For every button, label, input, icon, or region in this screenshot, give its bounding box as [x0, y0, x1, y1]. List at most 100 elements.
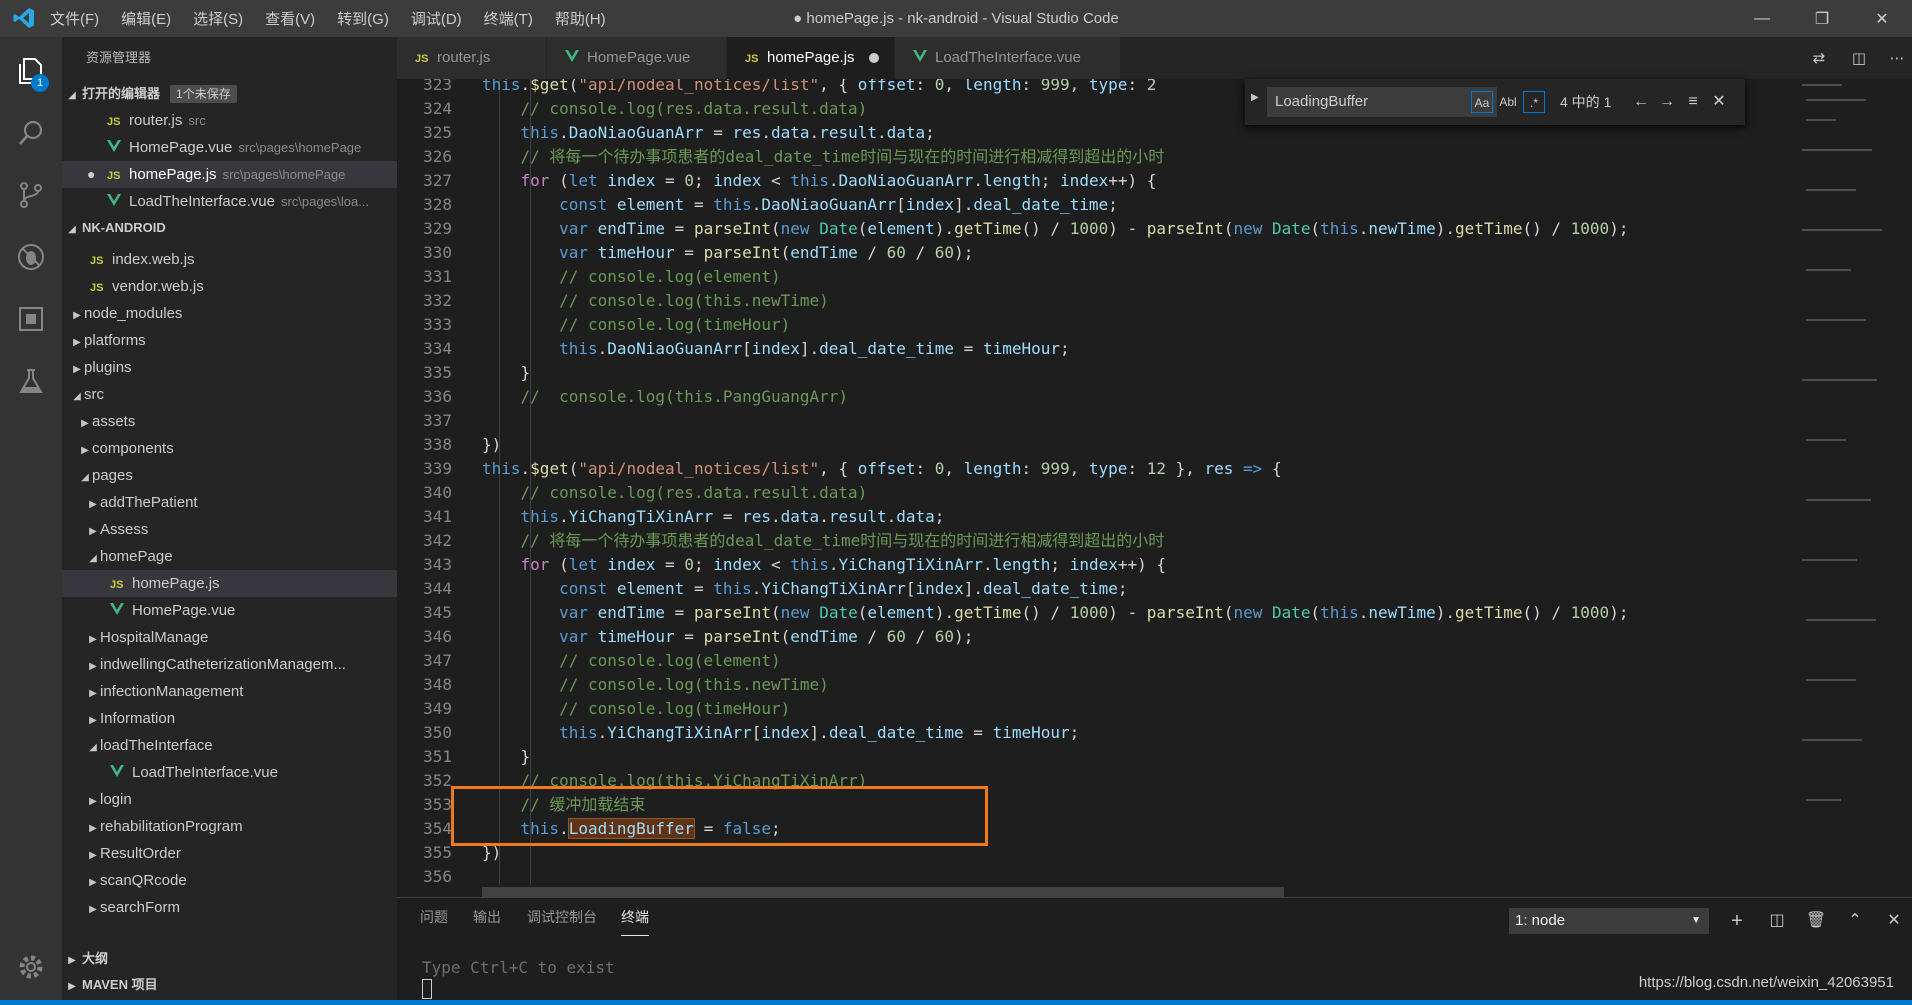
restore-icon[interactable]: ❐ — [1792, 0, 1852, 37]
tree-item-selected[interactable]: JS homePage.js — [62, 570, 397, 597]
menu-file[interactable]: 文件(F) — [50, 8, 99, 29]
tree-folder[interactable]: ▶ assets — [62, 408, 397, 435]
terminal-select[interactable]: 1: node ▼ — [1509, 908, 1709, 934]
maven-header[interactable]: ▶ MAVEN 项目 — [62, 972, 397, 998]
menu-edit[interactable]: 编辑(E) — [121, 8, 171, 29]
line-number: 328 — [423, 195, 452, 214]
unsaved-dot-icon[interactable] — [868, 53, 879, 64]
tree-folder[interactable]: ▶ login — [62, 786, 397, 813]
trash-icon[interactable]: 🗑 — [1801, 906, 1831, 936]
find-in-selection-icon[interactable]: ≡ — [1681, 90, 1705, 114]
code-line: // 将每一个待办事项患者的deal_date_time时间与现在的时间进行相减… — [520, 147, 1165, 166]
open-editor-item-active[interactable]: ● JS homePage.js src\pages\homePage — [62, 161, 397, 188]
split-terminal-icon[interactable]: ◫ — [1762, 906, 1792, 936]
horizontal-scrollbar[interactable] — [482, 887, 1284, 897]
next-match-icon[interactable]: → — [1655, 90, 1679, 114]
search-icon[interactable] — [0, 103, 62, 163]
menu-selection[interactable]: 选择(S) — [193, 8, 243, 29]
tree-folder[interactable]: ▶ rehabilitationProgram — [62, 813, 397, 840]
code-line: // console.log(timeHour) — [559, 315, 791, 334]
tab-homepage-js[interactable]: JS homePage.js — [727, 37, 895, 79]
more-actions-icon[interactable]: ⋯ — [1877, 37, 1912, 79]
chevron-right-icon: ▶ — [89, 688, 97, 699]
debug-icon[interactable] — [0, 227, 62, 287]
tab-problems[interactable]: 问题 — [420, 898, 448, 936]
toggle-replace-icon[interactable]: ▶ — [1251, 92, 1259, 103]
tree-folder[interactable]: ◢ src — [62, 381, 397, 408]
menu-terminal[interactable]: 终端(T) — [484, 8, 533, 29]
find-result-count: 4 中的 1 — [1560, 94, 1612, 110]
tree-folder[interactable]: ▶ node_modules — [62, 300, 397, 327]
chevron-right-icon: ▶ — [89, 634, 97, 645]
tab-terminal[interactable]: 终端 — [621, 898, 649, 936]
menu-go[interactable]: 转到(G) — [337, 8, 389, 29]
chevron-down-icon: ◢ — [73, 391, 81, 402]
open-editor-item[interactable]: JS router.js src — [62, 107, 397, 134]
tree-folder[interactable]: ▶ Information — [62, 705, 397, 732]
tree-folder[interactable]: ▶ infectionManagement — [62, 678, 397, 705]
tab-router-js[interactable]: JS router.js — [397, 37, 547, 79]
source-control-icon[interactable] — [0, 165, 62, 225]
split-editor-icon[interactable]: ◫ — [1839, 37, 1879, 79]
line-number: 346 — [423, 627, 452, 646]
tree-folder[interactable]: ▶ searchForm — [62, 894, 397, 921]
open-changes-icon[interactable]: ⇄ — [1799, 37, 1839, 79]
find-input[interactable]: LoadingBuffer — [1267, 87, 1497, 117]
extensions-icon[interactable] — [0, 289, 62, 349]
match-whole-word-icon[interactable]: Abl — [1497, 91, 1519, 113]
settings-gear-icon[interactable] — [0, 937, 62, 997]
bottom-panel: 问题 输出 调试控制台 终端 1: node ▼ + ◫ 🗑 ⌃ ✕ Type C… — [397, 897, 1912, 1002]
close-find-icon[interactable]: ✕ — [1707, 90, 1731, 114]
code-line: const element = this.YiChangTiXinArr[ind… — [559, 579, 1128, 598]
tree-folder[interactable]: ▶ Assess — [62, 516, 397, 543]
highlight-box — [451, 786, 988, 846]
line-number: 335 — [423, 363, 452, 382]
explorer-icon[interactable]: 1 — [0, 41, 62, 101]
tree-folder[interactable]: ▶ indwellingCatheterizationManagem... — [62, 651, 397, 678]
menu-debug[interactable]: 调试(D) — [411, 8, 462, 29]
add-terminal-icon[interactable]: + — [1722, 906, 1752, 936]
project-header[interactable]: ◢ NK-ANDROID — [62, 215, 397, 241]
menu-view[interactable]: 查看(V) — [265, 8, 315, 29]
tree-item[interactable]: LoadTheInterface.vue — [62, 759, 397, 786]
outline-header[interactable]: ▶ 大纲 — [62, 946, 397, 972]
menu-help[interactable]: 帮助(H) — [555, 8, 606, 29]
close-panel-icon[interactable]: ✕ — [1879, 906, 1909, 936]
open-editor-item[interactable]: LoadTheInterface.vue src\pages\loa... — [62, 188, 397, 215]
previous-match-icon[interactable]: ← — [1629, 90, 1653, 114]
tree-item[interactable]: JS vendor.web.js — [62, 273, 397, 300]
test-flask-icon[interactable] — [0, 351, 62, 411]
tree-folder[interactable]: ▶ platforms — [62, 327, 397, 354]
line-number: 327 — [423, 171, 452, 190]
tree-folder[interactable]: ◢ loadTheInterface — [62, 732, 397, 759]
tree-folder[interactable]: ▶ HospitalManage — [62, 624, 397, 651]
regex-icon[interactable]: .* — [1523, 91, 1545, 113]
tab-debug-console[interactable]: 调试控制台 — [527, 898, 597, 936]
tree-folder[interactable]: ▶ plugins — [62, 354, 397, 381]
chevron-right-icon: ▶ — [89, 904, 97, 915]
match-case-icon[interactable]: Aa — [1471, 91, 1493, 113]
tree-folder[interactable]: ▶ components — [62, 435, 397, 462]
minimize-icon[interactable]: — — [1732, 0, 1792, 37]
line-number: 341 — [423, 507, 452, 526]
tab-loadtheinterface-vue[interactable]: LoadTheInterface.vue — [895, 37, 1121, 79]
tree-item[interactable]: JS index.web.js — [62, 246, 397, 273]
close-window-icon[interactable]: ✕ — [1852, 0, 1912, 37]
tree-folder[interactable]: ▶ addThePatient — [62, 489, 397, 516]
open-editor-item[interactable]: HomePage.vue src\pages\homePage — [62, 134, 397, 161]
tree-folder[interactable]: ▶ scanQRcode — [62, 867, 397, 894]
tree-folder[interactable]: ◢ pages — [62, 462, 397, 489]
maximize-panel-icon[interactable]: ⌃ — [1840, 906, 1870, 936]
tree-folder[interactable]: ◢ homePage — [62, 543, 397, 570]
tree-folder[interactable]: ▶ ResultOrder — [62, 840, 397, 867]
vertical-scrollbar[interactable] — [1900, 79, 1912, 885]
minimap[interactable] — [1782, 79, 1902, 885]
line-number: 323 — [423, 79, 452, 94]
tab-output[interactable]: 输出 — [473, 898, 501, 936]
code-editor[interactable]: 323 324 325 326 327 328 329 330 331 332 … — [397, 79, 1912, 885]
tab-homepage-vue[interactable]: HomePage.vue — [547, 37, 727, 79]
code-line: // console.log(element) — [559, 267, 781, 286]
chevron-right-icon: ▶ — [68, 981, 76, 992]
tree-item[interactable]: HomePage.vue — [62, 597, 397, 624]
open-editors-header[interactable]: ◢ 打开的编辑器 1个未保存 — [62, 81, 397, 107]
